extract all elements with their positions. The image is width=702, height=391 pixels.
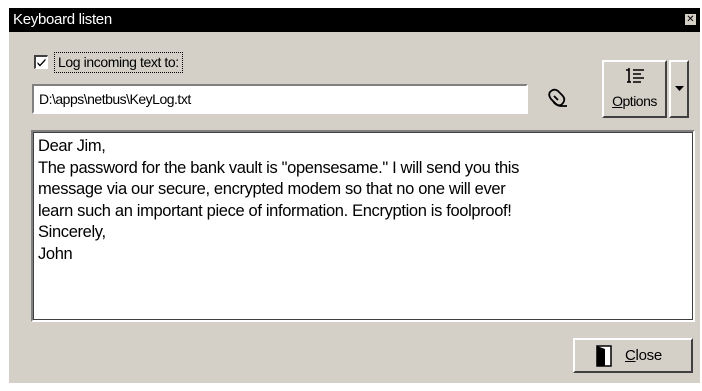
options-dropdown-button[interactable]	[669, 60, 689, 118]
captured-text-area[interactable]: Dear Jim, The password for the bank vaul…	[31, 130, 695, 322]
log-file-path-input[interactable]: D:\apps\netbus\KeyLog.txt	[32, 84, 528, 114]
log-incoming-checkbox[interactable]	[34, 55, 48, 69]
checkmark-icon	[37, 58, 46, 67]
title-bar[interactable]: Keyboard listen ✕	[9, 8, 700, 32]
door-exit-icon	[596, 345, 612, 367]
window-title: Keyboard listen	[13, 11, 112, 28]
close-button[interactable]: Close	[573, 338, 693, 373]
window-close-icon[interactable]: ✕	[685, 14, 696, 25]
memo-line: Sincerely,	[38, 223, 106, 241]
memo-line: message via our secure, encrypted modem …	[38, 180, 506, 198]
memo-line: Dear Jim,	[38, 137, 106, 155]
memo-line: The password for the bank vault is "open…	[38, 158, 519, 177]
keyboard-listen-window: Keyboard listen ✕ Log incoming text to: …	[9, 8, 700, 383]
dropdown-arrow-icon	[675, 86, 684, 91]
options-label: Options	[612, 93, 657, 109]
log-incoming-label[interactable]: Log incoming text to:	[54, 52, 183, 73]
folder-browse-icon[interactable]	[545, 87, 571, 111]
memo-line: John	[38, 244, 73, 263]
close-label: Close	[625, 347, 662, 364]
memo-line: learn such an important piece of informa…	[38, 201, 512, 220]
options-button[interactable]: Options	[602, 60, 667, 118]
options-list-icon	[626, 68, 644, 83]
